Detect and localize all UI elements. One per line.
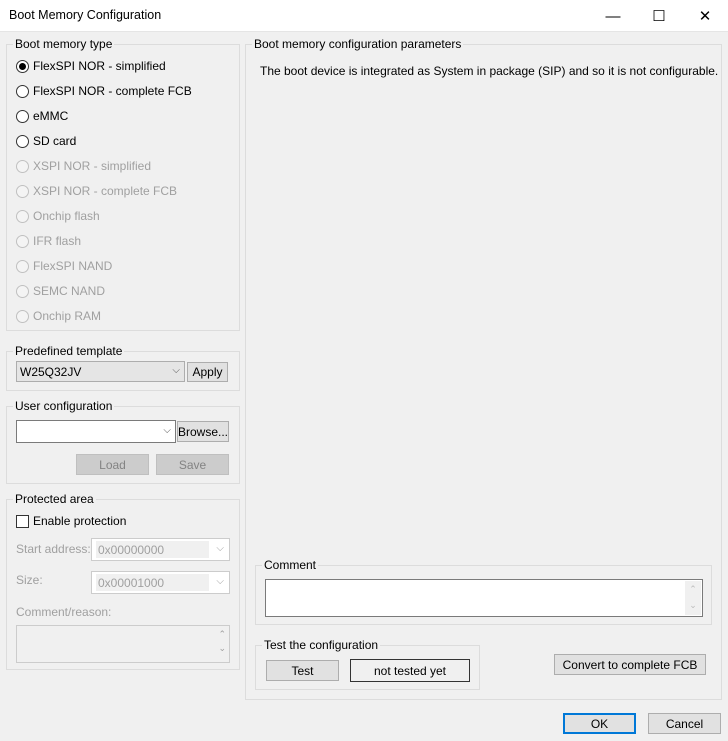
protected-area-label: Protected area bbox=[13, 492, 96, 506]
radio-option: Onchip flash bbox=[16, 208, 100, 224]
radio-label: FlexSPI NOR - complete FCB bbox=[33, 84, 192, 98]
radio-option: Onchip RAM bbox=[16, 308, 101, 324]
radio-label: Onchip flash bbox=[33, 209, 100, 223]
enable-protection-label: Enable protection bbox=[33, 514, 127, 528]
radio-option: XSPI NOR - simplified bbox=[16, 158, 151, 174]
enable-protection-checkbox[interactable]: Enable protection bbox=[16, 514, 126, 528]
ok-button[interactable]: OK bbox=[563, 713, 636, 734]
radio-label: eMMC bbox=[33, 109, 69, 123]
chevron-down-icon: ⌵ bbox=[163, 425, 171, 436]
radio-option: IFR flash bbox=[16, 233, 81, 249]
start-address-select[interactable]: 0x00000000 ⌵ bbox=[91, 538, 230, 561]
radio-circle[interactable] bbox=[16, 59, 29, 73]
start-address-value: 0x00000000 bbox=[96, 541, 209, 558]
size-select[interactable]: 0x00001000 ⌵ bbox=[91, 571, 230, 594]
size-value: 0x00001000 bbox=[96, 574, 209, 591]
radio-label: XSPI NOR - simplified bbox=[33, 159, 152, 173]
radio-option[interactable]: FlexSPI NOR - simplified bbox=[16, 58, 166, 74]
radio-option: XSPI NOR - complete FCB bbox=[16, 183, 177, 199]
test-button[interactable]: Test bbox=[266, 660, 339, 681]
radio-circle[interactable] bbox=[16, 134, 29, 148]
radio-label: SD card bbox=[33, 134, 77, 148]
parameters-label: Boot memory configuration parameters bbox=[252, 37, 464, 51]
test-label: Test the configuration bbox=[262, 638, 381, 652]
radio-option: SEMC NAND bbox=[16, 283, 105, 299]
test-status: not tested yet bbox=[350, 659, 470, 682]
radio-label: FlexSPI NOR - simplified bbox=[33, 59, 166, 73]
title-bar: Boot Memory Configuration — ☐ ✕ bbox=[0, 0, 728, 32]
chevron-down-icon: ⌵ bbox=[172, 365, 180, 376]
radio-option: FlexSPI NAND bbox=[16, 258, 112, 274]
start-address-label: Start address: bbox=[16, 542, 91, 556]
radio-option[interactable]: FlexSPI NOR - complete FCB bbox=[16, 83, 192, 99]
radio-label: Onchip RAM bbox=[33, 309, 102, 323]
radio-circle bbox=[16, 159, 29, 173]
radio-circle bbox=[16, 259, 29, 273]
chevron-down-icon: ⌵ bbox=[216, 576, 224, 587]
comment-reason-textarea[interactable]: ⌃ ⌄ bbox=[16, 625, 230, 663]
predefined-template-label: Predefined template bbox=[13, 344, 125, 358]
comment-reason-label: Comment/reason: bbox=[16, 605, 112, 619]
cancel-button[interactable]: Cancel bbox=[648, 713, 721, 734]
radio-circle bbox=[16, 234, 29, 248]
scroll-arrows-icon[interactable]: ⌃ ⌄ bbox=[685, 581, 701, 615]
radio-label: SEMC NAND bbox=[33, 284, 106, 298]
comment-label: Comment bbox=[262, 558, 319, 572]
sip-message: The boot device is integrated as System … bbox=[260, 64, 719, 78]
window-title: Boot Memory Configuration bbox=[9, 8, 162, 22]
radio-circle bbox=[16, 309, 29, 323]
radio-circle[interactable] bbox=[16, 109, 29, 123]
radio-label: XSPI NOR - complete FCB bbox=[33, 184, 178, 198]
radio-circle bbox=[16, 209, 29, 223]
close-button[interactable]: ✕ bbox=[682, 0, 728, 32]
radio-option[interactable]: eMMC bbox=[16, 108, 68, 124]
chevron-down-icon: ⌵ bbox=[216, 543, 224, 554]
user-configuration-label: User configuration bbox=[13, 399, 115, 413]
radio-circle[interactable] bbox=[16, 84, 29, 98]
comment-textarea[interactable]: ⌃ ⌄ bbox=[265, 579, 703, 617]
convert-fcb-button[interactable]: Convert to complete FCB bbox=[554, 654, 706, 675]
apply-button[interactable]: Apply bbox=[187, 362, 228, 382]
radio-label: FlexSPI NAND bbox=[33, 259, 113, 273]
minimize-button[interactable]: — bbox=[590, 0, 636, 32]
radio-option[interactable]: SD card bbox=[16, 133, 76, 149]
scroll-arrows-icon: ⌃ ⌄ bbox=[218, 629, 226, 653]
load-button[interactable]: Load bbox=[76, 454, 149, 475]
browse-button[interactable]: Browse... bbox=[177, 421, 229, 442]
checkbox-box[interactable] bbox=[16, 514, 29, 528]
boot-memory-type-label: Boot memory type bbox=[13, 37, 115, 51]
radio-label: IFR flash bbox=[33, 234, 82, 248]
template-select[interactable]: W25Q32JV ⌵ bbox=[16, 361, 185, 382]
maximize-button[interactable]: ☐ bbox=[636, 0, 682, 32]
save-button[interactable]: Save bbox=[156, 454, 229, 475]
radio-circle bbox=[16, 284, 29, 298]
user-config-select[interactable]: ⌵ bbox=[16, 420, 176, 443]
radio-circle bbox=[16, 184, 29, 198]
template-value: W25Q32JV bbox=[20, 364, 82, 379]
size-label: Size: bbox=[16, 573, 43, 587]
